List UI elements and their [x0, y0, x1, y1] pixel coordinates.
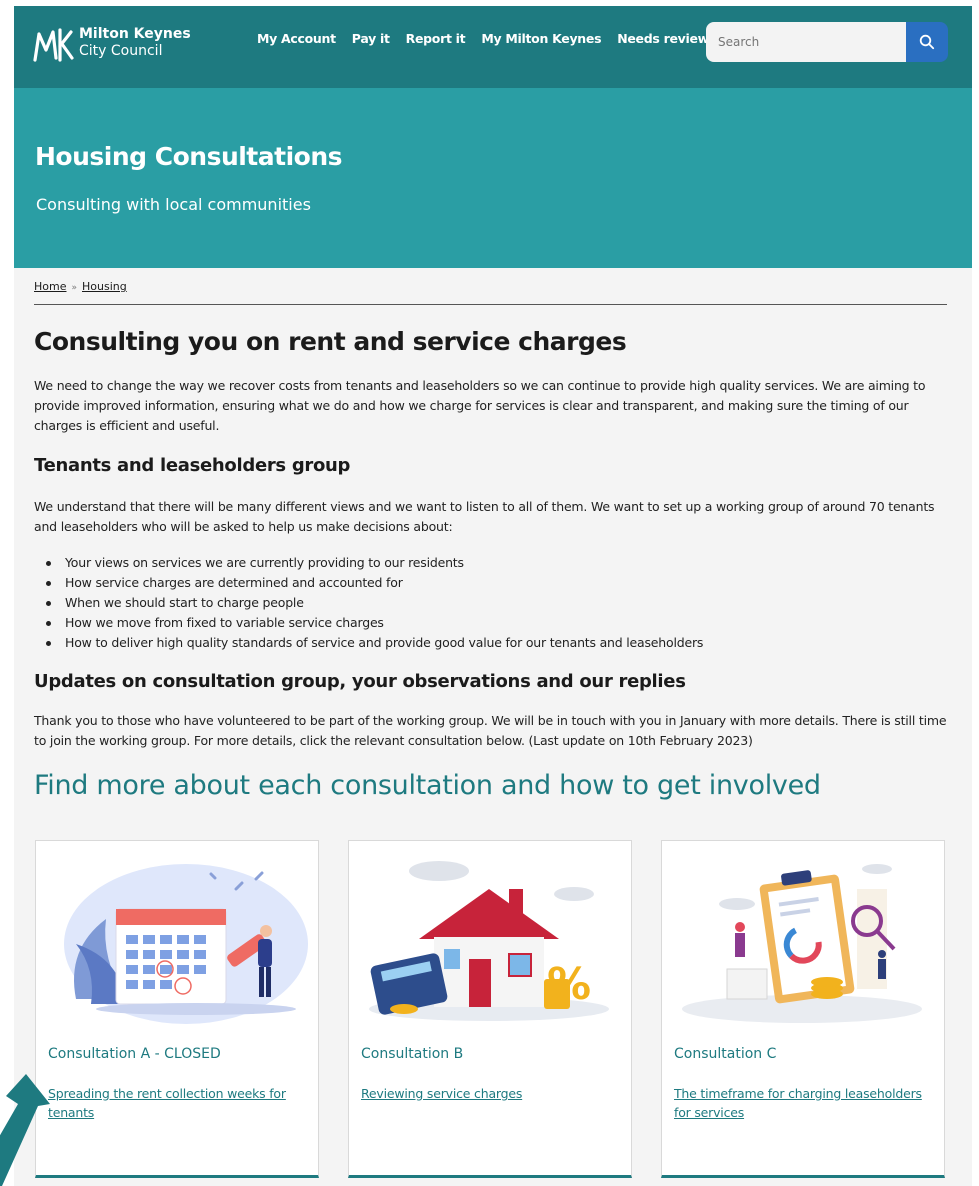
- list-item: When we should start to charge people: [34, 593, 703, 613]
- updates-heading: Updates on consultation group, your obse…: [34, 671, 686, 692]
- svg-text:%: %: [547, 959, 591, 1010]
- card-title: Consultation B: [361, 1046, 464, 1062]
- breadcrumb-separator-icon: »: [71, 283, 77, 293]
- logo-name: Milton Keynes: [79, 26, 191, 42]
- hero-title: Housing Consultations: [35, 142, 343, 171]
- search-bar: [706, 22, 948, 62]
- main-nav: My Account Pay it Report it My Milton Ke…: [257, 31, 725, 46]
- pointer-arrow-icon: [0, 1074, 50, 1186]
- nav-pay-it[interactable]: Pay it: [352, 31, 390, 46]
- consultation-card-a[interactable]: Consultation A - CLOSED Spreading the re…: [35, 840, 319, 1178]
- card-link[interactable]: Spreading the rent collection weeks for …: [48, 1084, 304, 1122]
- search-input[interactable]: [706, 22, 906, 62]
- logo-subtitle: City Council: [79, 43, 163, 59]
- divider: [34, 304, 947, 305]
- group-heading: Tenants and leaseholders group: [34, 455, 351, 476]
- site-logo[interactable]: Milton Keynes City Council: [32, 24, 202, 68]
- decision-list: Your views on services we are currently …: [34, 553, 703, 653]
- site-header: Milton Keynes City Council My Account Pa…: [14, 6, 972, 88]
- card-title: Consultation A - CLOSED: [48, 1046, 221, 1062]
- list-item: How service charges are determined and a…: [34, 573, 703, 593]
- card-link[interactable]: Reviewing service charges: [361, 1084, 617, 1103]
- hero-subtitle: Consulting with local communities: [36, 195, 311, 214]
- search-button[interactable]: [906, 22, 948, 62]
- search-icon: [919, 34, 935, 50]
- breadcrumb-home[interactable]: Home: [34, 280, 66, 293]
- consultation-card-c[interactable]: Consultation C The timeframe for chargin…: [661, 840, 945, 1178]
- updates-paragraph: Thank you to those who have volunteered …: [34, 713, 947, 748]
- hero-banner: Housing Consultations Consulting with lo…: [14, 88, 972, 268]
- page-title: Consulting you on rent and service charg…: [34, 327, 627, 356]
- group-paragraph: We understand that there will be many di…: [34, 499, 935, 534]
- breadcrumb-housing[interactable]: Housing: [82, 280, 127, 293]
- house-illustration: %: [369, 861, 609, 1021]
- intro-paragraph: We need to change the way we recover cos…: [34, 378, 926, 433]
- clipboard-illustration: [682, 864, 922, 1023]
- list-item: How to deliver high quality standards of…: [34, 633, 703, 653]
- calendar-illustration: [64, 864, 308, 1024]
- nav-report-it[interactable]: Report it: [406, 31, 466, 46]
- consultations-heading: Find more about each consultation and ho…: [34, 770, 821, 801]
- card-title: Consultation C: [674, 1046, 777, 1062]
- nav-my-account[interactable]: My Account: [257, 31, 336, 46]
- card-link[interactable]: The timeframe for charging leaseholders …: [674, 1084, 930, 1122]
- page-frame: Milton Keynes City Council My Account Pa…: [14, 6, 972, 1186]
- nav-needs-review[interactable]: Needs review: [617, 31, 709, 46]
- nav-my-milton-keynes[interactable]: My Milton Keynes: [481, 31, 601, 46]
- breadcrumb: Home » Housing: [34, 280, 127, 293]
- list-item: How we move from fixed to variable servi…: [34, 613, 703, 633]
- mk-logo-icon: [33, 28, 74, 62]
- list-item: Your views on services we are currently …: [34, 553, 703, 573]
- consultation-card-b[interactable]: % Consultation B Reviewing service charg…: [348, 840, 632, 1178]
